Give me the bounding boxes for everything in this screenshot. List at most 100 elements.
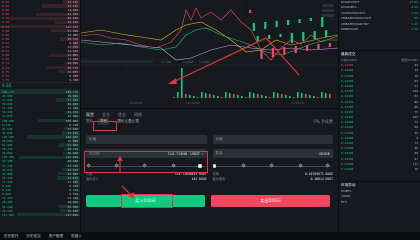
trade-price: 0.44430 [341,166,354,171]
candle [302,32,305,41]
candle [275,21,278,27]
order-book-bids: 188.77K 188.77K 26.09K 26.09K 57.03K 57.03K 30… [0,90,80,217]
volume-bar [273,92,275,98]
candle [252,23,255,31]
volume-bar [297,92,299,98]
volume-label-1: 27.56K [161,60,173,64]
order-type-stop-limit[interactable]: 限价止盈止损 [117,119,139,124]
volume-bar [213,95,215,98]
volume-bar [249,92,251,98]
volume-bar [225,92,227,98]
volume-bar [177,92,179,98]
order-book: 0.04 24.13K 0.05 53.43K 0.08 14.03K 0.08 61.49K… [0,0,80,232]
tab-trade-history[interactable]: 历史成交 [26,234,40,239]
recent-trades-title: 最新成交 [341,52,356,56]
volume-bar [229,93,231,98]
volume-bar [237,95,239,98]
buy-max: 最大买入 445 DOGE [86,176,207,181]
market-name: ETH [341,199,347,204]
volume-bar [305,94,307,98]
volume-bar [233,94,235,98]
moving-average-line [81,21,338,53]
time-label-2: 14:04:00 [186,101,200,105]
volume-bar [281,94,283,98]
price-chart[interactable]: 27.56K 0.948K 0.048K 14:03:00 14:04:00 1… [81,0,338,108]
tab-isolated[interactable]: 逐仓 [118,112,126,117]
volume-bar [245,97,247,98]
candle [321,17,324,27]
order-book-asks: 0.04 24.13K 0.05 53.43K 0.08 14.03K 0.08 61.49K… [0,0,80,82]
pair-list: DOGE/USDT 27.64 DOGE/BTC 0.25 1000SATS/USDT 1… [339,0,420,50]
candle [309,18,312,21]
volume-bar [257,94,259,98]
volume-bar [313,96,315,98]
market-activity: 市场异动 MUBTC VOXEL ETH [339,182,420,232]
trade-row: 0.44430 16 [339,167,420,172]
sell-button[interactable]: 卖出DOGE [211,195,330,207]
pair-item[interactable]: SHIB/DOGE 1.19 [339,27,420,32]
bid-amount: 147.82K [65,212,78,217]
volume-bar [209,94,211,98]
candle [317,44,320,49]
candle [325,30,328,37]
sell-price-field[interactable]: 价格 [212,135,333,144]
sell-slider[interactable] [212,163,334,169]
candle [298,19,301,23]
candle [306,45,309,51]
recent-trades: 最新成交 价格(USDT) 数量(DOGE) 0.44430 44 0.44430 25… [339,51,420,181]
volume-bar [185,94,187,98]
order-type-tabs: 限价 市价 限价止盈止损 0% 手续费 [81,117,338,126]
tab-bots[interactable]: 机器人 [71,234,82,239]
pair-name: SHIB/DOGE [341,26,359,31]
ask-row[interactable]: 0.78 9.73K [0,78,80,82]
candle [268,35,271,39]
candle [313,31,316,39]
volume-bar [197,97,199,98]
ask-price: 0.78 [2,77,9,82]
buy-price-field[interactable]: 价格 [86,135,207,144]
sell-slider-knob[interactable] [212,164,217,168]
volume-bar [289,96,291,98]
tab-spot[interactable]: 现货 [86,112,94,117]
candle [290,33,293,43]
volume-bar [189,95,191,98]
market-item[interactable]: ETH [339,200,420,205]
annotation-arrow-2 [265,37,300,76]
volume-bar [309,95,311,98]
volume-bar [269,97,271,98]
volume-bar [181,68,183,98]
tab-cross[interactable]: 全仓 [102,112,110,117]
sell-price-label: 价格 [215,137,223,141]
volume-bars [173,68,331,98]
volume-label-3: 0.048K [199,60,211,64]
price-line-2 [81,27,338,56]
kline-chart[interactable]: 27.56K 0.948K 0.048K 14:03:00 14:04:00 1… [81,0,338,108]
pair-change: 1.19 [411,26,418,31]
chart-legend [322,4,334,17]
volume-bar [277,93,279,98]
candle [283,47,286,55]
volume-bar [261,95,263,98]
sell-max: 最大卖出 0.16814 USDT [212,176,334,181]
volume-bar [217,96,219,98]
trade-tabs: 现货 全仓 逐仓 网格 [81,109,338,117]
volume-bar [205,93,207,98]
sell-amount-label: 数量 [215,151,223,155]
sell-amount-field[interactable]: 数量 DOGE [212,149,333,158]
annotation-box-order-type [93,121,117,131]
volume-bar [201,92,203,98]
volume-bar [173,97,175,98]
bid-price: 147.82K [2,212,15,217]
candle [271,48,274,57]
volume-bar [321,92,323,98]
tab-order-history[interactable]: 历史委托 [4,234,18,239]
sell-amount-unit: DOGE [319,151,330,156]
annotation-box-buy [121,194,173,208]
bid-row[interactable]: 147.82K 147.82K [0,213,80,217]
volume-bar [221,97,223,98]
candlesticks [249,10,331,59]
tab-assets[interactable]: 资产管理 [49,234,63,239]
volume-bar [329,94,331,98]
tab-grid[interactable]: 网格 [134,112,142,117]
bottom-tabs: 历史委托 历史成交 资产管理 机器人 [0,232,420,240]
